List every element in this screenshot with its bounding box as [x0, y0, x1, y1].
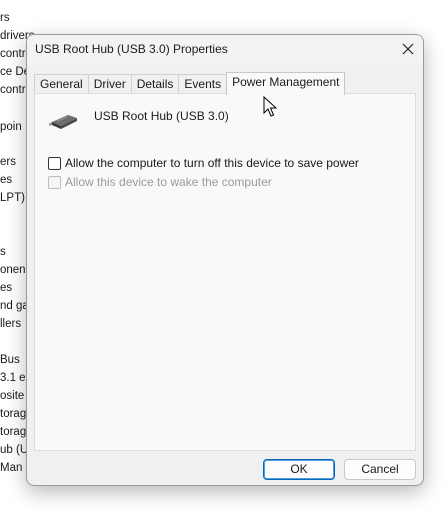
tab-general[interactable]: General: [34, 74, 89, 95]
allow-turn-off-option[interactable]: Allow the computer to turn off this devi…: [48, 156, 359, 170]
device-category-item[interactable]: ub (U: [0, 443, 28, 457]
device-category-item[interactable]: es: [0, 281, 12, 295]
allow-wake-label: Allow this device to wake the computer: [65, 175, 272, 189]
device-category-item[interactable]: torag: [0, 425, 26, 439]
device-category-item[interactable]: poin: [0, 120, 22, 134]
device-category-item[interactable]: contr: [0, 83, 26, 97]
close-button[interactable]: [393, 35, 423, 63]
cancel-button[interactable]: Cancel: [344, 459, 416, 480]
mouse-pointer-icon: [263, 96, 277, 117]
device-category-item[interactable]: onen: [0, 263, 26, 277]
tab-details[interactable]: Details: [130, 74, 180, 95]
tab-events[interactable]: Events: [178, 74, 228, 95]
device-category-item[interactable]: Man: [0, 461, 22, 475]
device-category-item[interactable]: ers: [0, 155, 16, 169]
tab-power-management[interactable]: Power Management: [226, 72, 346, 95]
device-category-item[interactable]: es: [0, 173, 12, 187]
device-category-item[interactable]: osite: [0, 389, 24, 403]
dialog-titlebar[interactable]: USB Root Hub (USB 3.0) Properties: [27, 35, 423, 65]
allow-wake-checkbox: [48, 175, 61, 189]
allow-turn-off-checkbox[interactable]: [48, 156, 61, 170]
device-category-item[interactable]: llers: [0, 317, 21, 331]
device-category-item[interactable]: contr: [0, 47, 26, 61]
allow-wake-option: Allow this device to wake the computer: [48, 175, 272, 189]
device-category-item[interactable]: 3.1 e: [0, 371, 26, 385]
tab-strip: General Driver Details Events Power Mana…: [34, 72, 346, 95]
allow-turn-off-label[interactable]: Allow the computer to turn off this devi…: [65, 156, 359, 170]
ok-button[interactable]: OK: [263, 459, 335, 480]
usb-hub-icon: [49, 115, 77, 129]
device-header: USB Root Hub (USB 3.0): [48, 109, 229, 132]
tab-panel-power-management: USB Root Hub (USB 3.0) Allow the compute…: [34, 93, 416, 451]
device-category-item[interactable]: LPT): [0, 191, 25, 205]
device-category-item[interactable]: rs: [0, 11, 10, 25]
tab-driver[interactable]: Driver: [87, 74, 132, 95]
dialog-title: USB Root Hub (USB 3.0) Properties: [35, 42, 228, 56]
device-category-item[interactable]: Bus: [0, 353, 20, 367]
device-category-item[interactable]: nd ga: [0, 299, 29, 313]
device-category-item[interactable]: s: [0, 245, 6, 259]
device-name: USB Root Hub (USB 3.0): [94, 109, 229, 123]
device-category-item[interactable]: torag: [0, 407, 26, 421]
close-icon: [402, 43, 414, 55]
properties-dialog: USB Root Hub (USB 3.0) Properties Genera…: [26, 34, 424, 486]
